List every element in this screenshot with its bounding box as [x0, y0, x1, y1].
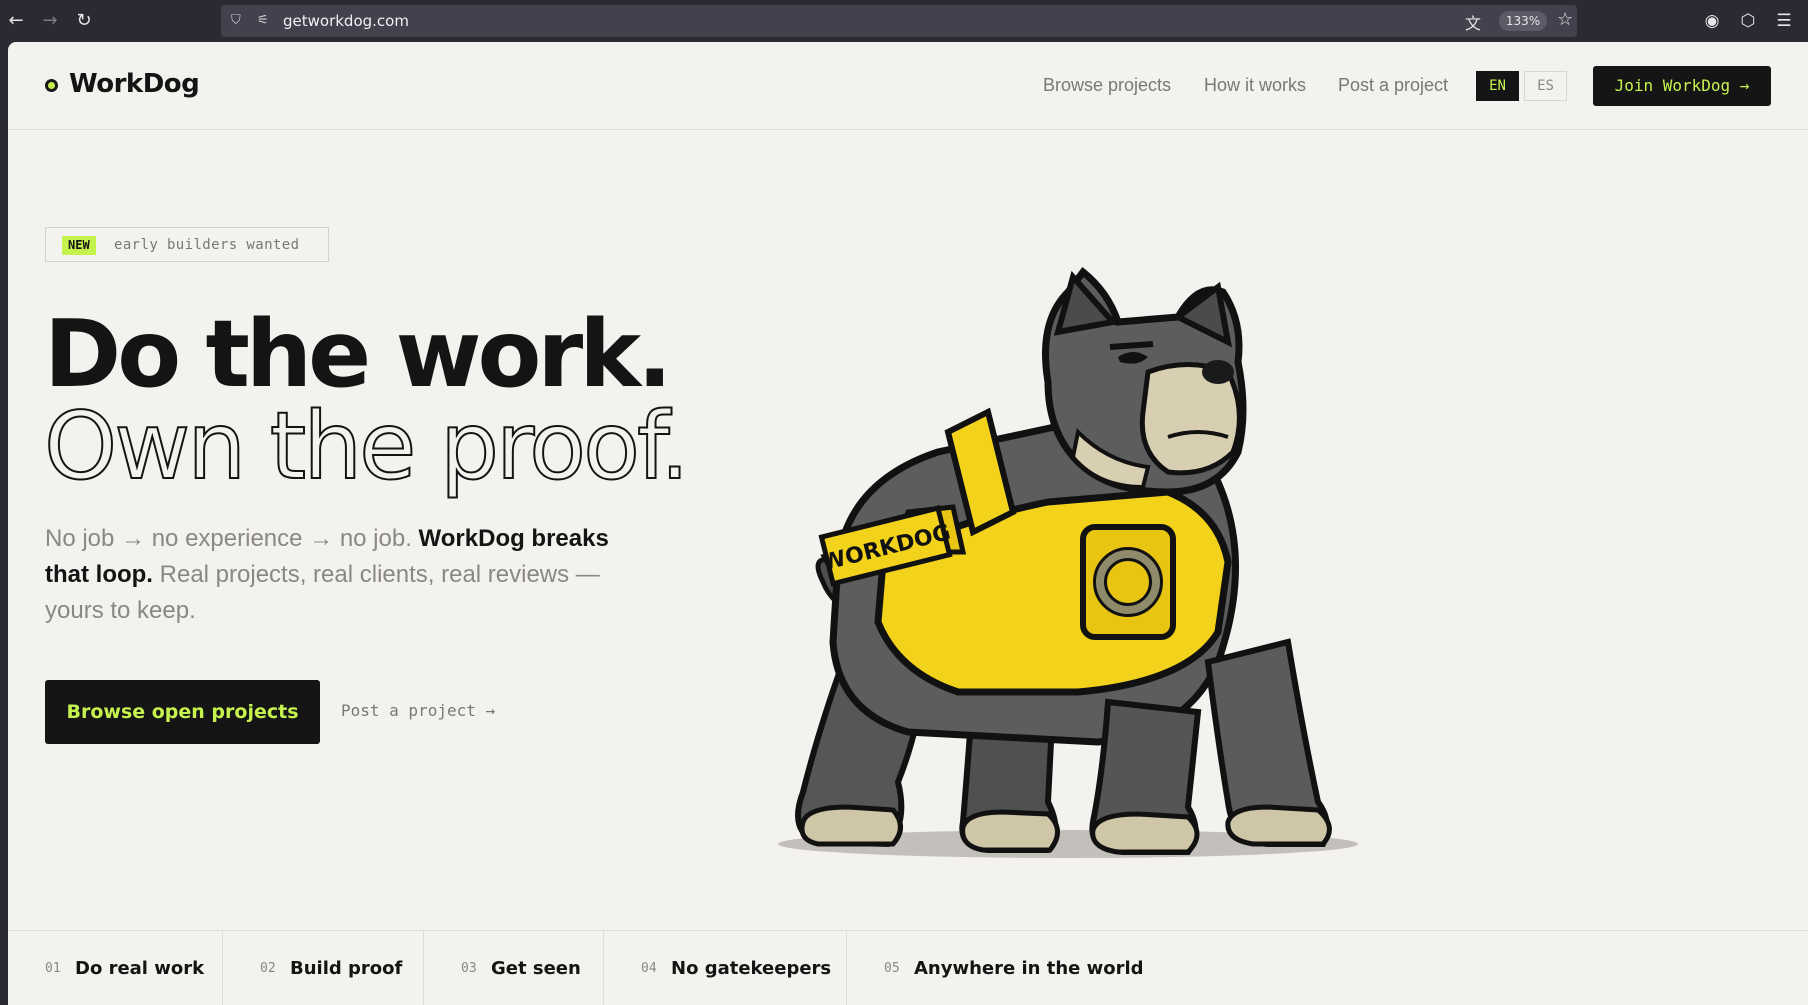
- browser-toolbar: ← → ↻ ⛉ ⚟ getworkdog.com 文 133% ☆ ◉ ⬡ ☰: [0, 0, 1808, 42]
- reload-icon[interactable]: ↻: [72, 9, 96, 33]
- workdog-mascot-illustration: WORKDOG: [748, 262, 1388, 862]
- join-workdog-button[interactable]: Join WorkDog →: [1593, 66, 1771, 106]
- feature-title: Get seen: [491, 958, 581, 979]
- extensions-icon[interactable]: ⬡: [1736, 9, 1760, 33]
- menu-icon[interactable]: ☰: [1772, 9, 1796, 33]
- feature-number: 01: [45, 961, 61, 976]
- feature-number: 03: [461, 961, 477, 976]
- features-strip: 01 Do real work 02 Build proof 03 Get se…: [8, 930, 1808, 1005]
- language-en-button[interactable]: EN: [1476, 71, 1519, 101]
- logo[interactable]: WorkDog: [69, 69, 200, 99]
- feature-title: Anywhere in the world: [914, 958, 1144, 979]
- post-a-project-link[interactable]: Post a project →: [341, 701, 495, 720]
- translate-icon[interactable]: 文: [1465, 10, 1481, 34]
- browse-open-projects-button[interactable]: Browse open projects: [45, 680, 320, 744]
- nav-browse-projects[interactable]: Browse projects: [1043, 75, 1171, 96]
- subtitle-muted-1: No job → no experience → no job.: [45, 525, 419, 552]
- feature-title: Do real work: [75, 958, 205, 979]
- page-viewport: WorkDog Browse projects How it works Pos…: [8, 42, 1808, 1005]
- feature-number: 02: [260, 961, 276, 976]
- feature-number: 04: [641, 961, 657, 976]
- headline-line-2: Own the proof.: [43, 391, 691, 501]
- account-icon[interactable]: ◉: [1700, 9, 1724, 33]
- back-arrow-icon[interactable]: ←: [4, 9, 28, 33]
- shield-icon[interactable]: ⛉: [231, 13, 241, 28]
- bulldog-vest-icon: WORKDOG: [778, 267, 1358, 858]
- language-es-button[interactable]: ES: [1524, 71, 1567, 101]
- new-tag: NEW: [62, 236, 96, 255]
- logo-dot-icon: [45, 79, 58, 92]
- forward-arrow-icon[interactable]: →: [38, 9, 62, 33]
- zoom-level-badge[interactable]: 133%: [1499, 11, 1547, 31]
- feature-item: 03 Get seen: [424, 931, 604, 1005]
- url-text[interactable]: getworkdog.com: [283, 12, 409, 30]
- feature-item: 02 Build proof: [223, 931, 424, 1005]
- hero-subtitle: No job → no experience → no job. WorkDog…: [45, 521, 645, 629]
- feature-item: 05 Anywhere in the world: [847, 931, 1147, 1005]
- feature-title: No gatekeepers: [671, 958, 832, 979]
- feature-title: Build proof: [290, 958, 403, 979]
- address-bar[interactable]: ⛉ ⚟ getworkdog.com 文 133% ☆: [221, 5, 1577, 37]
- early-builders-badge: NEW early builders wanted: [45, 227, 329, 262]
- feature-item: 04 No gatekeepers: [604, 931, 847, 1005]
- nav-how-it-works[interactable]: How it works: [1204, 75, 1306, 96]
- bookmark-star-icon[interactable]: ☆: [1557, 9, 1573, 30]
- site-settings-icon[interactable]: ⚟: [257, 13, 269, 28]
- badge-text: early builders wanted: [114, 237, 300, 253]
- feature-item: 01 Do real work: [8, 931, 223, 1005]
- feature-number: 05: [884, 961, 900, 976]
- nav-post-a-project[interactable]: Post a project: [1338, 75, 1448, 96]
- site-header: WorkDog Browse projects How it works Pos…: [8, 42, 1808, 130]
